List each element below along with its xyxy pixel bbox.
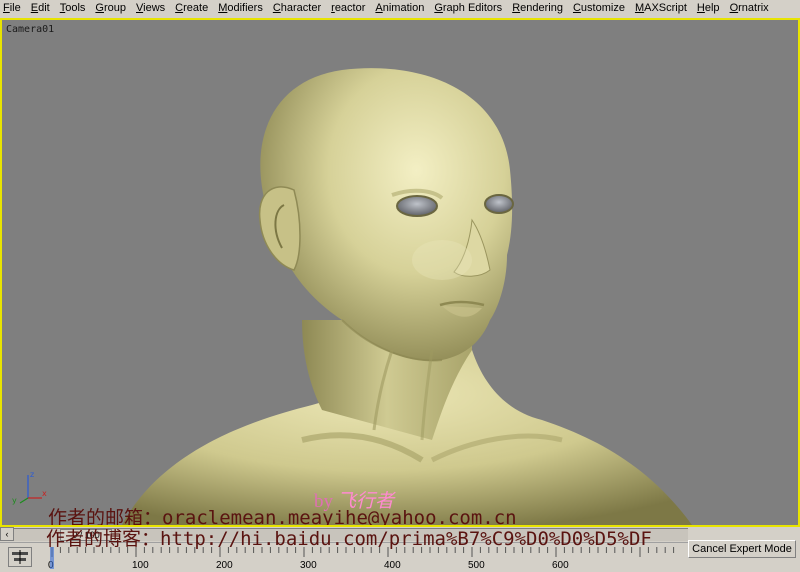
viewport-label[interactable]: Camera01 (6, 24, 54, 35)
menu-graph-editors[interactable]: Graph Editors (430, 0, 508, 17)
axis-gizmo-icon: z x y (12, 470, 47, 505)
menu-modifiers[interactable]: Modifiers (214, 0, 269, 17)
ruler-tick-label: 200 (216, 560, 233, 571)
ruler-tick-label: 100 (132, 560, 149, 571)
menu-views[interactable]: Views (132, 0, 171, 17)
ruler-tick-label: 400 (384, 560, 401, 571)
ruler-tick-label: 300 (300, 560, 317, 571)
ruler-tick-label: 600 (552, 560, 569, 571)
menu-bar: File Edit Tools Group Views Create Modifiers Ch… (0, 0, 800, 17)
menu-ornatrix[interactable]: Ornatrix (726, 0, 775, 17)
menu-group[interactable]: Group (91, 0, 132, 17)
axis-y-label: y (12, 496, 17, 505)
menu-reactor[interactable]: reactor (327, 0, 371, 17)
chevron-left-icon: ‹ (5, 529, 9, 539)
menu-tools[interactable]: Tools (56, 0, 92, 17)
curve-editor-button[interactable] (8, 547, 32, 567)
menu-character[interactable]: Character (269, 0, 327, 17)
menu-file[interactable]: File (0, 0, 27, 17)
menu-help[interactable]: Help (693, 0, 726, 17)
menu-rendering[interactable]: Rendering (508, 0, 569, 17)
curve-editor-icon (12, 550, 28, 564)
axis-z-label: z (30, 470, 34, 479)
axis-x-label: x (42, 489, 47, 498)
menu-customize[interactable]: Customize (569, 0, 631, 17)
cancel-expert-mode-button[interactable]: Cancel Expert Mode (688, 540, 796, 558)
ruler-tick-label: 500 (468, 560, 485, 571)
head-model-render (122, 68, 692, 525)
menu-edit[interactable]: Edit (27, 0, 56, 17)
slider-prev-button[interactable]: ‹ (0, 527, 14, 541)
menu-animation[interactable]: Animation (371, 0, 430, 17)
menu-maxscript[interactable]: MAXScript (631, 0, 693, 17)
menu-create[interactable]: Create (171, 0, 214, 17)
author-blog-text: 作者的博客：http://hi.baidu.com/prima%B7%C9%D0… (46, 528, 652, 550)
camera-viewport[interactable]: Camera01 z x y by 飞行者 作者的邮箱：oraclemean.me… (0, 18, 800, 527)
